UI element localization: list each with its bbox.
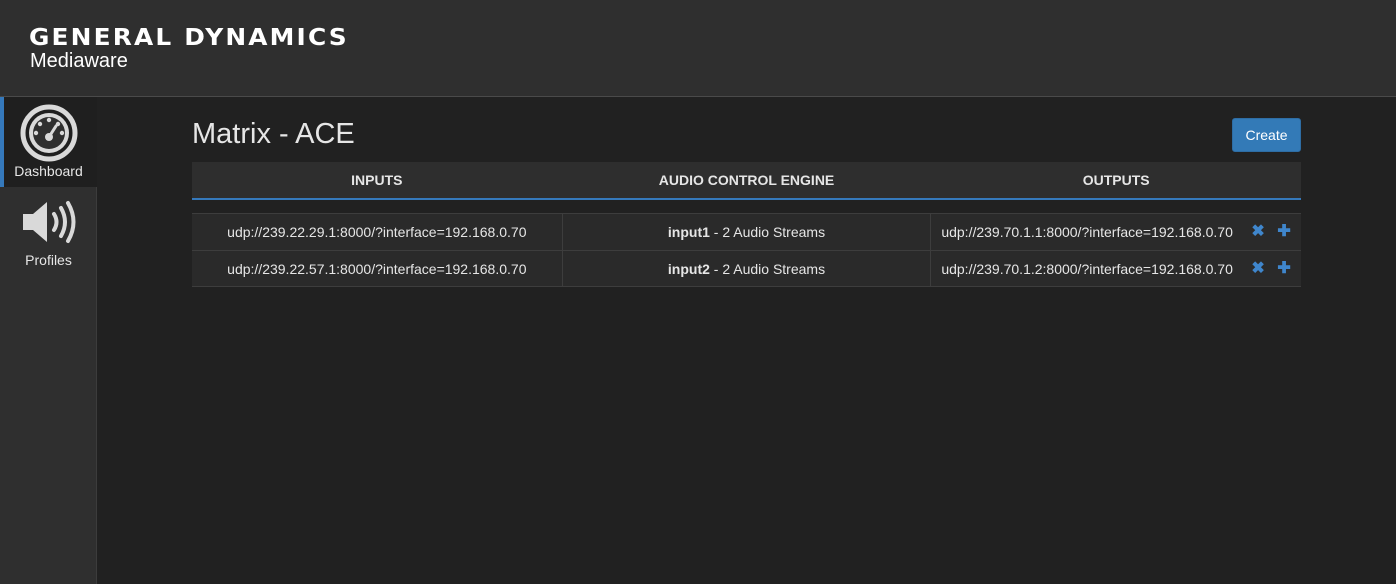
sidebar-item-profiles[interactable]: Profiles [0, 189, 97, 279]
page-title: Matrix - ACE [192, 118, 355, 150]
dashboard-icon [20, 104, 77, 162]
column-header-outputs: OUTPUTS [1082, 172, 1150, 188]
engine-name: input2 [667, 261, 710, 277]
output-cell: udp://239.70.1.1:8000/?interface=192.168… [931, 214, 1301, 250]
engine-name: input1 [667, 224, 710, 240]
matrix-table-body: udp://239.22.29.1:8000/?interface=192.16… [192, 213, 1301, 287]
sidebar-item-label: Profiles [25, 252, 72, 268]
sidebar-item-label: Dashboard [14, 163, 83, 179]
create-button[interactable]: Create [1232, 118, 1301, 152]
table-row: udp://239.22.29.1:8000/?interface=192.16… [192, 213, 1301, 250]
table-row: udp://239.22.57.1:8000/?interface=192.16… [192, 250, 1301, 287]
brand-subtitle: Mediaware [30, 50, 128, 72]
sidebar: Dashboard Profiles [0, 97, 97, 584]
input-cell: udp://239.22.57.1:8000/?interface=192.16… [227, 261, 527, 277]
add-icon[interactable]: ✚ [1277, 214, 1290, 249]
engine-cell: input1 - 2 Audio Streams [561, 214, 932, 250]
speaker-icon [22, 201, 75, 243]
app-header: GENERAL DYNAMICS Mediaware [0, 0, 1396, 97]
engine-description: - 2 Audio Streams [709, 261, 826, 277]
engine-description: - 2 Audio Streams [709, 224, 826, 240]
column-header-inputs: INPUTS [351, 172, 403, 188]
brand-logo-text: GENERAL DYNAMICS [29, 25, 349, 51]
output-url: udp://239.70.1.2:8000/?interface=192.168… [941, 261, 1233, 277]
engine-cell: input2 - 2 Audio Streams [561, 251, 932, 286]
output-url: udp://239.70.1.1:8000/?interface=192.168… [941, 224, 1233, 240]
remove-icon[interactable]: ✖ [1251, 251, 1264, 286]
input-cell: udp://239.22.29.1:8000/?interface=192.16… [227, 224, 527, 240]
add-icon[interactable]: ✚ [1277, 251, 1290, 286]
column-header-audio-control-engine: AUDIO CONTROL ENGINE [658, 172, 835, 188]
output-cell: udp://239.70.1.2:8000/?interface=192.168… [931, 251, 1301, 286]
sidebar-item-dashboard[interactable]: Dashboard [0, 97, 97, 187]
matrix-table-header: INPUTS AUDIO CONTROL ENGINE OUTPUTS [192, 162, 1301, 200]
remove-icon[interactable]: ✖ [1251, 214, 1264, 249]
